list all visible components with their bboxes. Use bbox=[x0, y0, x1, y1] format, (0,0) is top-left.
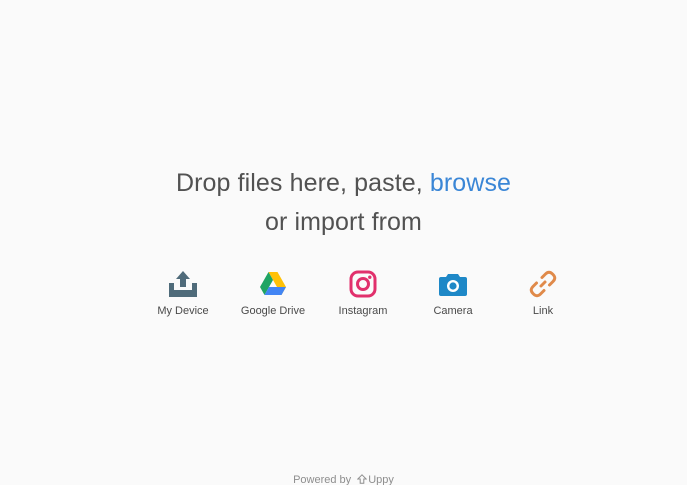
source-camera[interactable]: Camera bbox=[408, 268, 498, 317]
uppy-dashboard: Drop files here, paste, browse or import… bbox=[0, 0, 687, 485]
instagram-icon bbox=[347, 268, 379, 300]
browse-link[interactable]: browse bbox=[430, 169, 511, 197]
upload-tray-icon bbox=[167, 268, 199, 300]
import-sources: My Device Google Drive Instagram Camera … bbox=[138, 268, 588, 317]
source-my-device[interactable]: My Device bbox=[138, 268, 228, 317]
uppy-brand: Uppy bbox=[368, 474, 394, 485]
source-label: My Device bbox=[157, 305, 209, 317]
powered-by[interactable]: Powered by Uppy bbox=[0, 474, 687, 485]
uppy-logo-icon bbox=[356, 474, 368, 485]
powered-by-label: Powered by bbox=[293, 474, 352, 485]
google-drive-icon bbox=[257, 268, 289, 300]
link-icon bbox=[527, 268, 559, 300]
drop-text: Drop files here, paste, bbox=[175, 169, 430, 197]
source-instagram[interactable]: Instagram bbox=[318, 268, 408, 317]
source-link[interactable]: Link bbox=[498, 268, 588, 317]
drop-zone-line-2: or import from bbox=[265, 208, 422, 236]
source-label: Instagram bbox=[338, 305, 388, 317]
source-label: Camera bbox=[433, 305, 473, 317]
camera-icon bbox=[437, 268, 469, 300]
source-label: Google Drive bbox=[240, 305, 306, 317]
drop-zone-title: Drop files here, paste, browse or import… bbox=[0, 164, 687, 242]
source-google-drive[interactable]: Google Drive bbox=[228, 268, 318, 317]
drop-zone-line-1: Drop files here, paste, browse bbox=[0, 164, 687, 203]
source-label: Link bbox=[532, 305, 554, 317]
